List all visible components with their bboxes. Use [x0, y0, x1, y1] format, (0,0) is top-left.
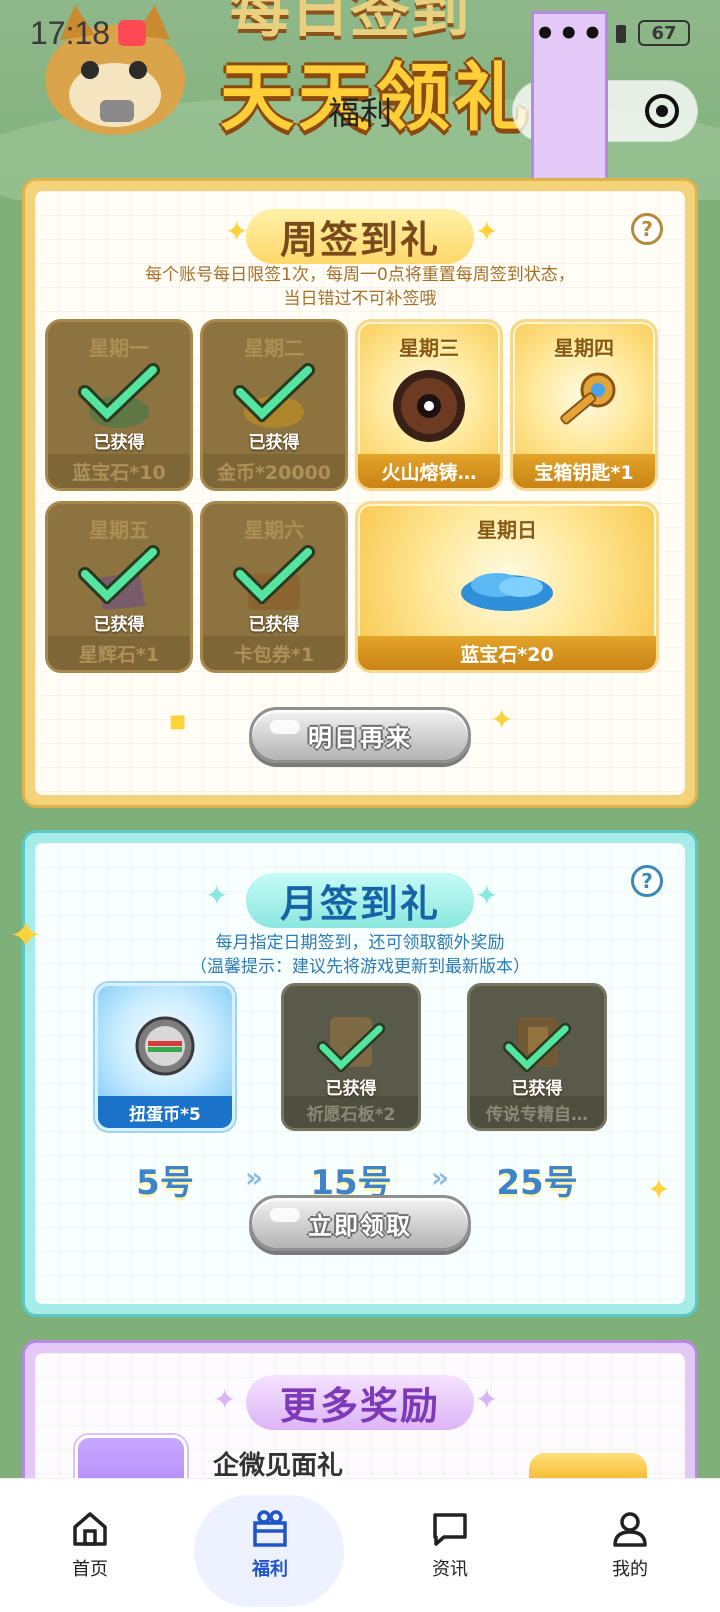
- monthly-date-label: 5号: [136, 1163, 194, 1203]
- status-bar: 17:18 67: [0, 0, 720, 66]
- reward-name: 宝箱钥匙*1: [513, 454, 655, 488]
- sparkle-icon: ✦: [205, 879, 231, 912]
- claimed-label: 已获得: [325, 1079, 377, 1099]
- more-item-title: 企微见面礼: [213, 1451, 344, 1481]
- come-back-tomorrow-button[interactable]: 明日再来: [249, 707, 471, 763]
- claimed-label: 已获得: [93, 615, 145, 635]
- day-card-friday[interactable]: 星期五 星辉石*1 已获得: [45, 501, 193, 673]
- weekly-signin-panel: ✦ 周签到礼 ✦ ? 每个账号每日限签1次，每周一0点将重置每周签到状态， 当日…: [22, 178, 698, 808]
- notification-app-icon: [118, 20, 147, 46]
- claimed-label: 已获得: [248, 615, 300, 635]
- reward-name: 蓝宝石*10: [48, 454, 190, 488]
- check-icon: [233, 363, 315, 422]
- weekly-title: 周签到礼: [245, 209, 474, 264]
- reward-name: 星辉石*1: [48, 636, 190, 670]
- day-card-sunday[interactable]: 星期日 蓝宝石*20: [355, 501, 659, 673]
- reward-name: 传说专精自…: [470, 1096, 604, 1128]
- weekly-help-icon[interactable]: ?: [631, 213, 663, 245]
- monthly-date-label: 25号: [496, 1163, 578, 1203]
- day-label: 星期二: [244, 336, 304, 360]
- signal-icon: [616, 25, 626, 43]
- sparkle-icon: ✦: [475, 215, 501, 248]
- sparkle-icon: ✦: [490, 703, 514, 736]
- more-rewards-title: 更多奖励: [245, 1375, 474, 1430]
- day-card-wednesday[interactable]: 星期三 火山熔铸…: [355, 319, 503, 491]
- day-label: 星期三: [399, 336, 459, 360]
- gacha-coin-icon: [135, 1016, 195, 1076]
- tab-label: 首页: [72, 1559, 108, 1580]
- monthly-reward-25[interactable]: 传说专精自… 已获得: [467, 983, 607, 1131]
- reward-name: 扭蛋币*5: [98, 1096, 232, 1128]
- monthly-description: 每月指定日期签到，还可领取额外奖励 （温馨提示：建议先将游戏更新到最新版本）: [35, 931, 685, 979]
- claim-now-button[interactable]: 立即领取: [249, 1195, 471, 1251]
- claimed-label: 已获得: [511, 1079, 563, 1099]
- tab-home[interactable]: 首页: [0, 1479, 180, 1612]
- sparkle-icon: ✦: [475, 879, 501, 912]
- claimed-label: 已获得: [248, 433, 300, 453]
- home-icon: [73, 1512, 107, 1546]
- bottom-tab-bar: 首页 福利 资讯 我的: [0, 1478, 720, 1612]
- sparkle-icon: ■: [169, 711, 187, 732]
- check-icon: [78, 545, 160, 604]
- weekly-desc-line2: 当日错过不可补签哦: [283, 289, 437, 309]
- double-chevron-icon: »: [431, 1161, 450, 1194]
- user-icon: [613, 1512, 647, 1547]
- day-card-saturday[interactable]: 星期六 卡包券*1 已获得: [200, 501, 348, 673]
- weekly-description: 每个账号每日限签1次，每周一0点将重置每周签到状态， 当日错过不可补签哦: [35, 263, 685, 311]
- day-label: 星期四: [554, 336, 614, 360]
- monthly-signin-panel: ✦ ✦ 月签到礼 ✦ ? 每月指定日期签到，还可领取额外奖励 （温馨提示：建议先…: [9, 830, 698, 1317]
- weekly-desc-line1: 每个账号每日限签1次，每周一0点将重置每周签到状态，: [145, 265, 575, 285]
- status-time: 17:18: [30, 14, 111, 51]
- sparkle-icon: ✦: [475, 1383, 501, 1416]
- close-miniprogram-icon[interactable]: [644, 94, 679, 128]
- battery-icon: 67: [638, 20, 690, 46]
- tab-profile[interactable]: 我的: [540, 1479, 720, 1612]
- message-icon: [433, 1513, 467, 1546]
- day-card-thursday[interactable]: 星期四 宝箱钥匙*1: [510, 319, 658, 491]
- day-card-tuesday[interactable]: 星期二 金币*20000 已获得: [200, 319, 348, 491]
- check-icon: [233, 545, 315, 604]
- monthly-reward-5[interactable]: 扭蛋币*5: [95, 983, 235, 1131]
- reward-name: 卡包券*1: [203, 636, 345, 670]
- double-chevron-icon: »: [245, 1161, 264, 1194]
- check-icon: [502, 1022, 572, 1072]
- check-icon: [78, 363, 160, 422]
- day-label: 星期五: [89, 518, 149, 542]
- monthly-title: 月签到礼: [245, 873, 474, 928]
- reward-name: 火山熔铸…: [358, 454, 500, 488]
- monthly-reward-15[interactable]: 祈愿石板*2 已获得: [281, 983, 421, 1131]
- day-card-monday[interactable]: 星期一 蓝宝石*10 已获得: [45, 319, 193, 491]
- monthly-desc-line2: （温馨提示：建议先将游戏更新到最新版本）: [190, 957, 530, 977]
- monthly-desc-line1: 每月指定日期签到，还可领取额外奖励: [215, 933, 505, 953]
- gift-icon: [253, 1510, 287, 1547]
- day-label: 星期六: [244, 518, 304, 542]
- check-icon: [316, 1022, 386, 1072]
- sapphire-pile-icon: [461, 573, 553, 611]
- sparkle-icon: ✦: [213, 1383, 239, 1416]
- claimed-label: 已获得: [93, 433, 145, 453]
- reward-name: 祈愿石板*2: [284, 1096, 418, 1128]
- reward-name: 蓝宝石*20: [358, 636, 656, 670]
- tab-label: 资讯: [432, 1559, 468, 1580]
- reward-name: 金币*20000: [203, 454, 345, 488]
- key-icon: [560, 372, 616, 425]
- monthly-help-icon[interactable]: ?: [631, 865, 663, 897]
- sparkle-icon: ✦: [647, 1173, 671, 1206]
- tab-label: 我的: [612, 1559, 648, 1580]
- day-label: 星期日: [477, 518, 537, 542]
- volcano-ring-icon: [393, 370, 465, 442]
- tab-label: 福利: [252, 1559, 288, 1580]
- tab-news[interactable]: 资讯: [360, 1479, 540, 1612]
- miniprogram-capsule[interactable]: •••: [512, 11, 698, 211]
- tab-welfare[interactable]: 福利: [180, 1479, 360, 1612]
- day-label: 星期一: [89, 336, 149, 360]
